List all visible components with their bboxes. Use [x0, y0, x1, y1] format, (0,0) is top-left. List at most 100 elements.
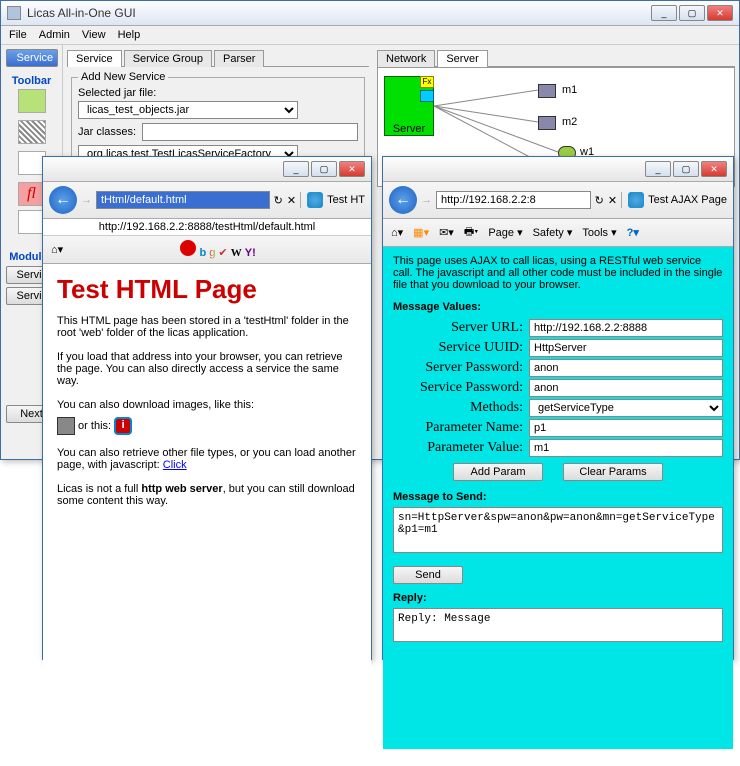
- sub-node[interactable]: [420, 90, 434, 102]
- message-values-heading: Message Values:: [393, 301, 723, 313]
- print-icon[interactable]: 🖶▾: [464, 223, 478, 242]
- main-titlebar: Licas All-in-One GUI _ ▢ ✕: [1, 1, 739, 26]
- tab-service-group[interactable]: Service Group: [124, 50, 212, 67]
- methods-select[interactable]: getServiceType: [529, 399, 723, 417]
- clear-params-button[interactable]: Clear Params: [563, 463, 663, 481]
- right-ie-logo-icon: [628, 192, 644, 208]
- right-browser-titlebar: _ ▢ ✕: [383, 157, 733, 182]
- tab-service[interactable]: Service: [67, 50, 122, 67]
- reply-heading: Reply:: [393, 592, 723, 604]
- right-close-button[interactable]: ✕: [701, 161, 727, 177]
- maximize-button[interactable]: ▢: [679, 5, 705, 21]
- paragraph-1: This HTML page has been stored in a 'tes…: [57, 315, 357, 339]
- add-service-legend: Add New Service: [78, 71, 168, 83]
- jar-file-select[interactable]: licas_test_objects.jar: [78, 101, 298, 119]
- service-button[interactable]: Service: [6, 49, 58, 67]
- left-page-content: Test HTML Page This HTML page has been s…: [43, 264, 371, 766]
- page-menu[interactable]: Page ▾: [488, 226, 522, 239]
- param-value-input[interactable]: [529, 439, 723, 457]
- service-uuid-input[interactable]: [529, 339, 723, 357]
- server-url-label: Server URL:: [393, 320, 523, 336]
- minimize-button[interactable]: _: [651, 5, 677, 21]
- left-tab-label[interactable]: Test HT: [327, 194, 365, 206]
- forward-button[interactable]: →: [81, 194, 92, 206]
- param-name-label: Parameter Name:: [393, 420, 523, 436]
- right-ie-toolbar: ⌂▾ ▦▾ ✉▾ 🖶▾ Page ▾ Safety ▾ Tools ▾ ?▾: [383, 219, 733, 247]
- jar-classes-input[interactable]: [142, 123, 358, 141]
- left-browser-window: _ ▢ ✕ ← → ↻ ✕ Test HT http://192.168.2.2…: [42, 156, 372, 660]
- add-param-button[interactable]: Add Param: [453, 463, 543, 481]
- right-url-input[interactable]: [436, 191, 591, 209]
- paragraph-5: Licas is not a full http web server, but…: [57, 483, 357, 507]
- left-close-button[interactable]: ✕: [339, 161, 365, 177]
- right-browser-window: _ ▢ ✕ ← → ↻ ✕ Test AJAX Page ⌂▾ ▦▾ ✉▾ 🖶▾…: [382, 156, 734, 660]
- check-icon[interactable]: ✔: [218, 247, 230, 259]
- close-button[interactable]: ✕: [707, 5, 733, 21]
- app-icon: [7, 6, 21, 20]
- paragraph-3: You can also download images, like this:: [57, 399, 357, 411]
- service-password-input[interactable]: [529, 379, 723, 397]
- left-browser-titlebar: _ ▢ ✕: [43, 157, 371, 182]
- ajax-intro: This page uses AJAX to call licas, using…: [393, 255, 723, 291]
- left-full-url: http://192.168.2.2:8888/testHtml/default…: [43, 219, 371, 236]
- main-title: Licas All-in-One GUI: [27, 6, 645, 20]
- mcafee-icon[interactable]: [180, 240, 196, 256]
- right-forward-button[interactable]: →: [421, 194, 432, 206]
- right-refresh-icon[interactable]: ↻: [595, 194, 604, 207]
- home-icon[interactable]: ⌂▾: [51, 243, 63, 256]
- server-url-input[interactable]: [529, 319, 723, 337]
- right-back-button[interactable]: ←: [389, 186, 417, 214]
- left-url-input[interactable]: [96, 191, 270, 209]
- param-name-input[interactable]: [529, 419, 723, 437]
- server-password-input[interactable]: [529, 359, 723, 377]
- fx-node[interactable]: Fx: [420, 76, 434, 88]
- toolbar-icon-1[interactable]: [18, 89, 46, 113]
- tools-menu[interactable]: Tools ▾: [582, 226, 616, 239]
- toolbar-icon-2[interactable]: [18, 120, 46, 144]
- safety-menu[interactable]: Safety ▾: [533, 226, 573, 239]
- stop-icon[interactable]: ✕: [287, 194, 296, 207]
- selected-jar-label: Selected jar file:: [78, 87, 358, 99]
- right-minimize-button[interactable]: _: [645, 161, 671, 177]
- tab-parser[interactable]: Parser: [214, 50, 264, 67]
- right-page-content: This page uses AJAX to call licas, using…: [383, 247, 733, 749]
- bing-icon[interactable]: b: [199, 247, 209, 259]
- param-value-label: Parameter Value:: [393, 440, 523, 456]
- wikipedia-icon[interactable]: W: [231, 247, 242, 259]
- yahoo-icon[interactable]: Y!: [245, 247, 256, 259]
- refresh-icon[interactable]: ↻: [274, 194, 283, 207]
- right-maximize-button[interactable]: ▢: [673, 161, 699, 177]
- paragraph-2: If you load that address into your brows…: [57, 351, 357, 387]
- google-icon[interactable]: g: [209, 247, 215, 259]
- menu-help[interactable]: Help: [118, 29, 141, 41]
- service-password-label: Service Password:: [393, 380, 523, 396]
- reply-textarea[interactable]: Reply: Message: [393, 608, 723, 642]
- menu-file[interactable]: File: [9, 29, 27, 41]
- feeds-icon[interactable]: ▦▾: [413, 226, 429, 239]
- main-menubar: File Admin View Help: [1, 26, 739, 45]
- right-url-bar: ← → ↻ ✕ Test AJAX Page: [383, 182, 733, 219]
- service-tabs: Service Service Group Parser: [67, 49, 369, 67]
- back-button[interactable]: ←: [49, 186, 77, 214]
- right-tab-label[interactable]: Test AJAX Page: [648, 194, 727, 206]
- tab-network[interactable]: Network: [377, 50, 435, 67]
- send-button[interactable]: Send: [393, 566, 463, 584]
- network-tabs: Network Server: [377, 49, 735, 67]
- service-uuid-label: Service UUID:: [393, 340, 523, 356]
- left-maximize-button[interactable]: ▢: [311, 161, 337, 177]
- left-minimize-button[interactable]: _: [283, 161, 309, 177]
- click-link[interactable]: Click: [163, 459, 187, 471]
- server-password-label: Server Password:: [393, 360, 523, 376]
- paragraph-4: You can also retrieve other file types, …: [57, 447, 357, 471]
- message-to-send-heading: Message to Send:: [393, 491, 723, 503]
- mail-icon[interactable]: ✉▾: [439, 226, 454, 239]
- tab-server[interactable]: Server: [437, 50, 487, 67]
- message-body-textarea[interactable]: sn=HttpServer&spw=anon&pw=anon&mn=getSer…: [393, 507, 723, 553]
- right-home-icon[interactable]: ⌂▾: [391, 226, 403, 239]
- menu-view[interactable]: View: [82, 29, 106, 41]
- menu-admin[interactable]: Admin: [39, 29, 70, 41]
- right-stop-icon[interactable]: ✕: [608, 194, 617, 207]
- methods-label: Methods:: [393, 400, 523, 416]
- sample-image-2: i: [114, 417, 132, 435]
- help-icon[interactable]: ?▾: [627, 226, 639, 239]
